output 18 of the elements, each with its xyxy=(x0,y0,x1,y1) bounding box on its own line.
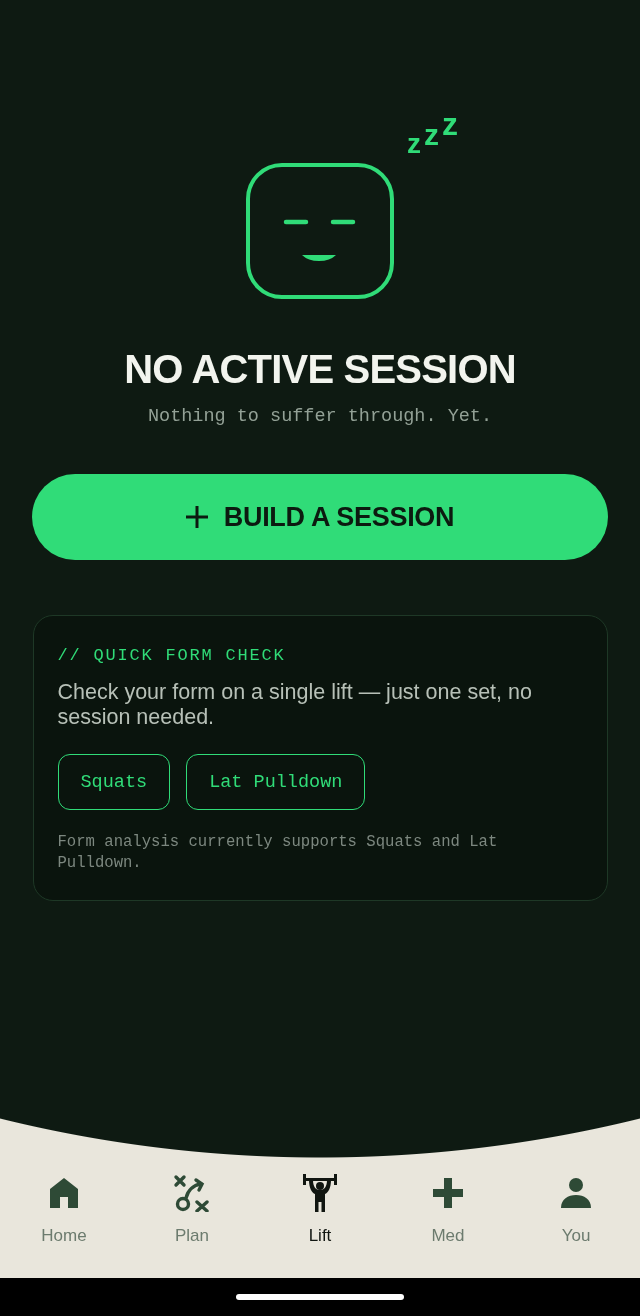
tab-item[interactable]: Lift xyxy=(295,1174,345,1246)
plus-icon xyxy=(185,506,208,528)
tab-item[interactable]: Med xyxy=(423,1174,473,1246)
play-diagram-icon xyxy=(173,1174,211,1212)
lift-button[interactable]: Squats xyxy=(57,754,171,810)
page-title: NO ACTIVE SESSION xyxy=(124,346,516,393)
card-description: Check your form on a single lift — just one set, no session needed. xyxy=(57,680,533,730)
weightlifter-icon xyxy=(301,1174,339,1212)
tab-item[interactable]: Home xyxy=(35,1174,93,1246)
lift-button[interactable]: Lat Pulldown xyxy=(186,754,366,810)
card-heading: // QUICK FORM CHECK xyxy=(57,645,287,667)
card-note: Form analysis currently supports Squats and Lat Pulldown. xyxy=(57,832,499,874)
tab-item[interactable]: You xyxy=(551,1174,601,1246)
sleep-zzz: zzz xyxy=(407,112,458,156)
tab-item[interactable]: Plan xyxy=(167,1174,217,1246)
page-subtitle: Nothing to suffer through. Yet. xyxy=(147,405,493,429)
sleeping-face-icon xyxy=(246,163,394,299)
build-session-button[interactable]: BUILD A SESSION xyxy=(32,474,608,560)
